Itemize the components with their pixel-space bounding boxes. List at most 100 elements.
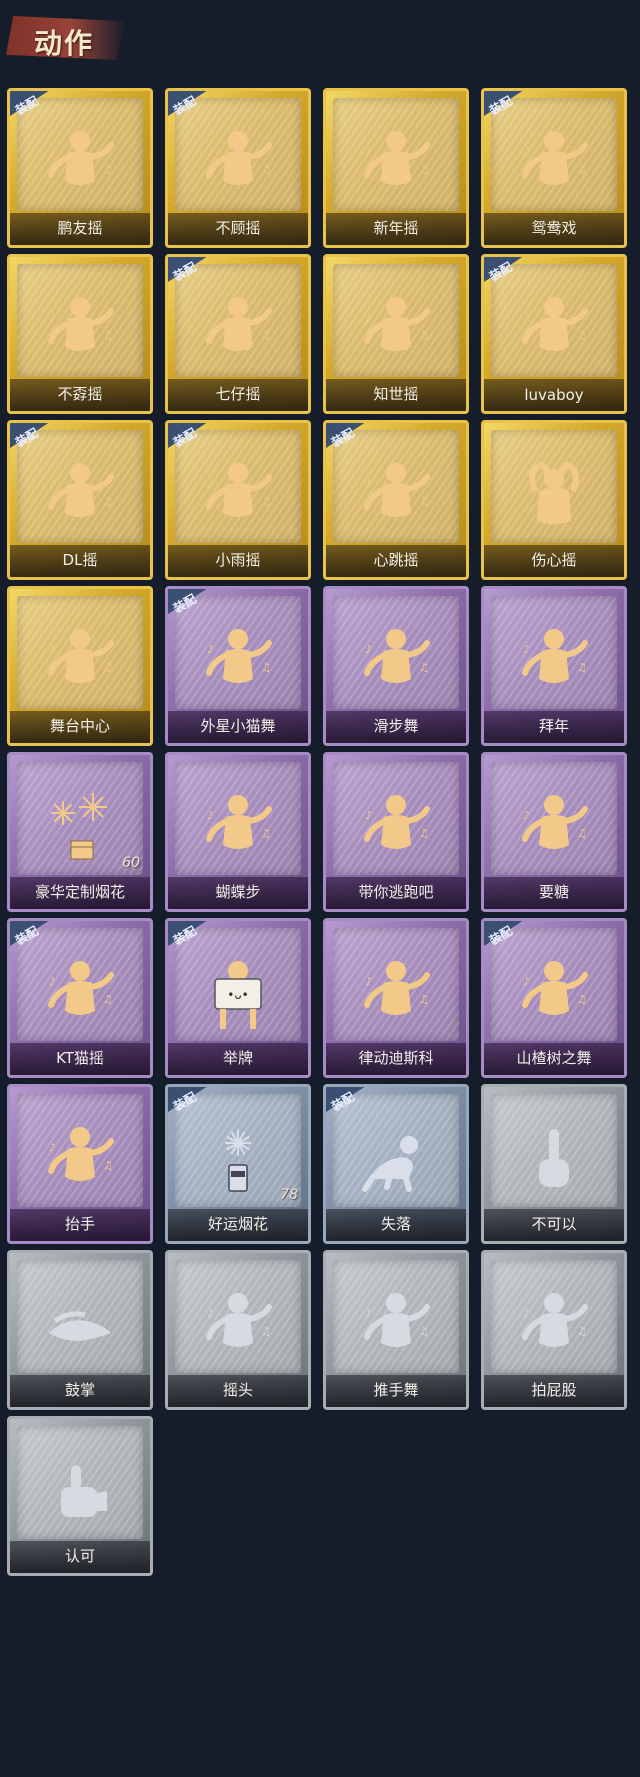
section-header: 动作 [6,10,134,66]
card-label: 不可以 [531,1215,577,1233]
svg-text:♫: ♫ [261,163,271,176]
pose-icon: ♪ ♫ [193,783,283,873]
svg-text:♫: ♫ [261,827,271,840]
emote-card[interactable]: ♪ ♫ KT猫摇 装配 [7,918,153,1078]
svg-text:♫: ♫ [103,495,113,508]
pose-icon: ♪ ♫ [509,949,599,1039]
emote-card[interactable]: 60 豪华定制烟花 [7,752,153,912]
card-label: 举牌 [222,1049,253,1067]
svg-text:♫: ♫ [419,661,429,674]
svg-text:♪: ♪ [365,809,372,822]
svg-text:♫: ♫ [103,993,113,1006]
emote-card[interactable]: ♪ ♫ 拍屁股 [481,1250,627,1410]
emote-card[interactable]: ♪ ♫ 带你逃跑吧 [323,752,469,912]
emote-card[interactable]: ♪ ♫ 滑步舞 [323,586,469,746]
svg-text:♪: ♪ [207,477,214,490]
pose-icon: ♪ ♫ [351,617,441,707]
pose-icon: ♪ ♫ [35,617,125,707]
svg-text:♫: ♫ [577,661,587,674]
svg-text:♪: ♪ [523,311,530,324]
card-label: 外星小猫舞 [200,717,276,735]
emote-card[interactable]: ♪ ♫ 蝴蝶步 [165,752,311,912]
emote-card[interactable]: ♪ ♫ luvaboy 装配 [481,254,627,414]
svg-text:♪: ♪ [523,809,530,822]
svg-text:♫: ♫ [419,993,429,1006]
card-label: 推手舞 [373,1381,419,1399]
emote-card[interactable]: •ᴗ• 举牌 装配 [165,918,311,1078]
card-label: 鹏友摇 [57,219,103,237]
pose-icon: ♪ ♫ [35,451,125,541]
emote-card[interactable]: ♪ ♫ 七仔摇 装配 [165,254,311,414]
card-label: 鼓掌 [64,1381,95,1399]
card-label: DL摇 [62,551,98,569]
fireworks-box-icon [35,783,125,873]
svg-text:♪: ♪ [523,1307,530,1320]
card-label: 认可 [64,1547,95,1565]
svg-text:♪: ♪ [49,311,56,324]
emote-card[interactable]: ♪ ♫ DL摇 装配 [7,420,153,580]
card-label: 知世摇 [373,385,419,403]
emote-card[interactable]: ♪ ♫ 小雨摇 装配 [165,420,311,580]
pose-icon: ♪ ♫ [509,1281,599,1371]
emote-card[interactable]: ♪ ♫ 鸳鸯戏 装配 [481,88,627,248]
emote-card[interactable]: 认可 [7,1416,153,1576]
pose-icon: ♪ ♫ [351,783,441,873]
section-title: 动作 [34,27,95,60]
svg-text:♪: ♪ [523,145,530,158]
emote-card[interactable]: ♪ ♫ 抬手 [7,1084,153,1244]
emote-card[interactable]: ♪ ♫ 新年摇 [323,88,469,248]
emote-card[interactable]: 失落 装配 [323,1084,469,1244]
emote-card[interactable]: 不可以 [481,1084,627,1244]
emote-card[interactable]: ♪ ♫ 要糖 [481,752,627,912]
card-label: 鸳鸯戏 [531,219,577,237]
card-label: 不孬摇 [57,385,103,403]
svg-text:♫: ♫ [261,661,271,674]
svg-text:♪: ♪ [365,1307,372,1320]
svg-text:♪: ♪ [49,145,56,158]
pose-icon: ♪ ♫ [351,451,441,541]
emote-card[interactable]: ♪ ♫ 律动迪斯科 [323,918,469,1078]
card-label: 七仔摇 [215,385,261,403]
card-label: 小雨摇 [215,551,261,569]
pose-icon: ♪ ♫ [509,617,599,707]
pose-icon: ♪ ♫ [35,119,125,209]
pose-icon: ♪ ♫ [193,285,283,375]
svg-text:♪: ♪ [207,145,214,158]
svg-text:•ᴗ•: •ᴗ• [227,988,249,1002]
svg-text:♫: ♫ [419,163,429,176]
emote-card[interactable]: ♪ ♫ 舞台中心 [7,586,153,746]
card-label: luvaboy [524,386,584,404]
emote-card[interactable]: 鼓掌 [7,1250,153,1410]
svg-text:♪: ♪ [207,1307,214,1320]
svg-text:♫: ♫ [577,1325,587,1338]
card-label: 新年摇 [373,219,419,237]
svg-text:♪: ♪ [49,1141,56,1154]
emote-card[interactable]: ♪ ♫ 摇头 [165,1250,311,1410]
card-label: 滑步舞 [373,717,419,735]
pose-icon: ♪ ♫ [351,285,441,375]
svg-text:♫: ♫ [261,1325,271,1338]
svg-text:♪: ♪ [207,643,214,656]
emote-card[interactable]: ♪ ♫ 山楂树之舞 装配 [481,918,627,1078]
svg-text:♪: ♪ [49,477,56,490]
emote-card[interactable]: ♪ ♫ 鹏友摇 装配 [7,88,153,248]
svg-text:♫: ♫ [577,827,587,840]
emote-card[interactable]: ♪ ♫ 心跳摇 装配 [323,420,469,580]
emote-card[interactable]: ♪ ♫ 外星小猫舞 装配 [165,586,311,746]
emote-card[interactable]: ♪ ♫ 不孬摇 [7,254,153,414]
svg-text:♫: ♫ [419,827,429,840]
svg-text:♫: ♫ [419,329,429,342]
emote-card[interactable]: ♡ 伤心摇 [481,420,627,580]
svg-text:♫: ♫ [103,1159,113,1172]
svg-text:♫: ♫ [577,329,587,342]
emote-card[interactable]: ♪ ♫ 推手舞 [323,1250,469,1410]
svg-text:♪: ♪ [365,643,372,656]
emote-card[interactable]: ♪ ♫ 拜年 [481,586,627,746]
quantity-count: 60 [122,855,140,871]
emote-card[interactable]: ♪ ♫ 不顾摇 装配 [165,88,311,248]
svg-text:♫: ♫ [577,993,587,1006]
emote-card[interactable]: 78 好运烟花 装配 [165,1084,311,1244]
crawl-pose-icon [351,1115,441,1205]
emote-card[interactable]: ♪ ♫ 知世摇 [323,254,469,414]
heart-pose-icon: ♡ [509,451,599,541]
